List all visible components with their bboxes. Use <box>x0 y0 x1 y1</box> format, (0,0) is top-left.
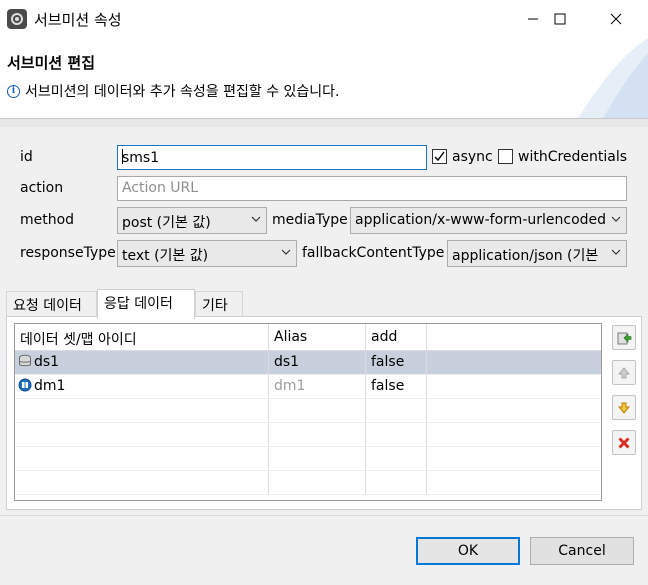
banner-decoration-icon <box>578 38 648 118</box>
chevron-down-icon <box>281 249 291 255</box>
header-spacer <box>0 119 648 127</box>
method-label: method <box>20 212 75 228</box>
response-type-select[interactable]: text (기본 값) <box>117 240 297 267</box>
table-cell: dm1 <box>15 375 269 398</box>
move-up-button[interactable] <box>612 360 636 385</box>
empty-row <box>15 471 601 495</box>
media-type-select[interactable]: application/x-www-form-urlencoded <box>350 207 627 234</box>
app-icon <box>7 9 27 29</box>
delete-row-button[interactable] <box>612 430 636 455</box>
data-table: 데이터 셋/맵 아이디 Alias add ds1 ds1 false dm1 … <box>14 323 602 501</box>
tab-request-data[interactable]: 요청 데이터 <box>6 291 97 317</box>
dialog-description: i 서브미션의 데이터와 추가 속성을 편집할 수 있습니다. <box>7 81 340 101</box>
media-type-value: application/x-www-form-urlencoded <box>355 212 607 228</box>
column-header[interactable]: 데이터 셋/맵 아이디 <box>15 324 269 350</box>
tab-response-data[interactable]: 응답 데이터 <box>97 289 195 319</box>
table-row[interactable]: ds1 ds1 false <box>15 351 601 375</box>
action-input[interactable]: Action URL <box>117 176 627 201</box>
table-cell: false <box>366 351 427 374</box>
action-label: action <box>20 180 64 196</box>
cancel-button[interactable]: Cancel <box>530 537 634 565</box>
move-down-icon <box>617 402 631 414</box>
async-checkbox[interactable] <box>432 149 447 164</box>
datamap-icon <box>18 378 32 392</box>
row-id: dm1 <box>34 378 66 394</box>
id-value: sms1 <box>122 150 160 166</box>
response-type-label: responseType <box>20 245 116 261</box>
checkmark-icon <box>434 151 445 162</box>
dialog-header: 서브미션 편집 i 서브미션의 데이터와 추가 속성을 편집할 수 있습니다. <box>0 38 648 118</box>
move-down-button[interactable] <box>612 395 636 420</box>
id-input[interactable]: sms1 <box>117 145 427 170</box>
method-select[interactable]: post (기본 값) <box>117 207 267 234</box>
method-value: post (기본 값) <box>122 215 211 231</box>
response-type-value: text (기본 값) <box>122 248 209 264</box>
chevron-down-icon <box>251 216 261 222</box>
description-text: 서브미션의 데이터와 추가 속성을 편집할 수 있습니다. <box>25 84 340 100</box>
media-type-label: mediaType <box>272 212 348 228</box>
close-icon <box>610 13 622 25</box>
ok-button[interactable]: OK <box>416 537 520 565</box>
empty-row <box>15 399 601 423</box>
table-row[interactable]: dm1 dm1 false <box>15 375 601 399</box>
fallback-content-type-value: application/json (기본 <box>452 248 599 264</box>
maximize-button[interactable] <box>537 0 583 38</box>
row-id: ds1 <box>34 354 60 370</box>
response-data-panel: 데이터 셋/맵 아이디 Alias add ds1 ds1 false dm1 … <box>6 316 642 510</box>
tab-etc[interactable]: 기타 <box>195 291 243 317</box>
add-icon <box>617 332 632 344</box>
table-cell: ds1 <box>269 351 366 374</box>
add-row-button[interactable] <box>612 325 636 350</box>
window-title: 서브미션 속성 <box>34 11 122 29</box>
tab-label: 응답 데이터 <box>104 296 173 312</box>
tab-label: 요청 데이터 <box>13 298 82 314</box>
chevron-down-icon <box>611 216 621 222</box>
table-cell: dm1 <box>269 375 366 398</box>
move-up-icon <box>617 366 631 378</box>
footer-divider <box>0 515 648 516</box>
info-icon: i <box>7 84 20 98</box>
fallback-content-type-select[interactable]: application/json (기본 <box>447 240 627 267</box>
action-placeholder: Action URL <box>122 180 199 196</box>
with-credentials-checkbox[interactable] <box>498 149 513 164</box>
chevron-down-icon <box>611 249 621 255</box>
table-header: 데이터 셋/맵 아이디 Alias add <box>15 324 601 351</box>
dialog-heading: 서브미션 편집 <box>7 54 96 72</box>
fallback-content-type-label: fallbackContentType <box>302 245 445 261</box>
maximize-icon <box>554 13 566 25</box>
column-header[interactable]: add <box>366 324 427 350</box>
async-label: async <box>452 149 493 165</box>
with-credentials-label: withCredentials <box>518 149 628 165</box>
table-cell: ds1 <box>15 351 269 374</box>
title-bar: 서브미션 속성 <box>0 0 648 38</box>
tab-label: 기타 <box>202 298 228 314</box>
table-cell: false <box>366 375 427 398</box>
empty-row <box>15 423 601 447</box>
empty-row <box>15 447 601 471</box>
dataset-icon <box>19 354 31 367</box>
delete-icon <box>618 436 630 449</box>
id-label: id <box>20 149 33 165</box>
close-button[interactable] <box>593 0 639 38</box>
column-header[interactable]: Alias <box>269 324 366 350</box>
